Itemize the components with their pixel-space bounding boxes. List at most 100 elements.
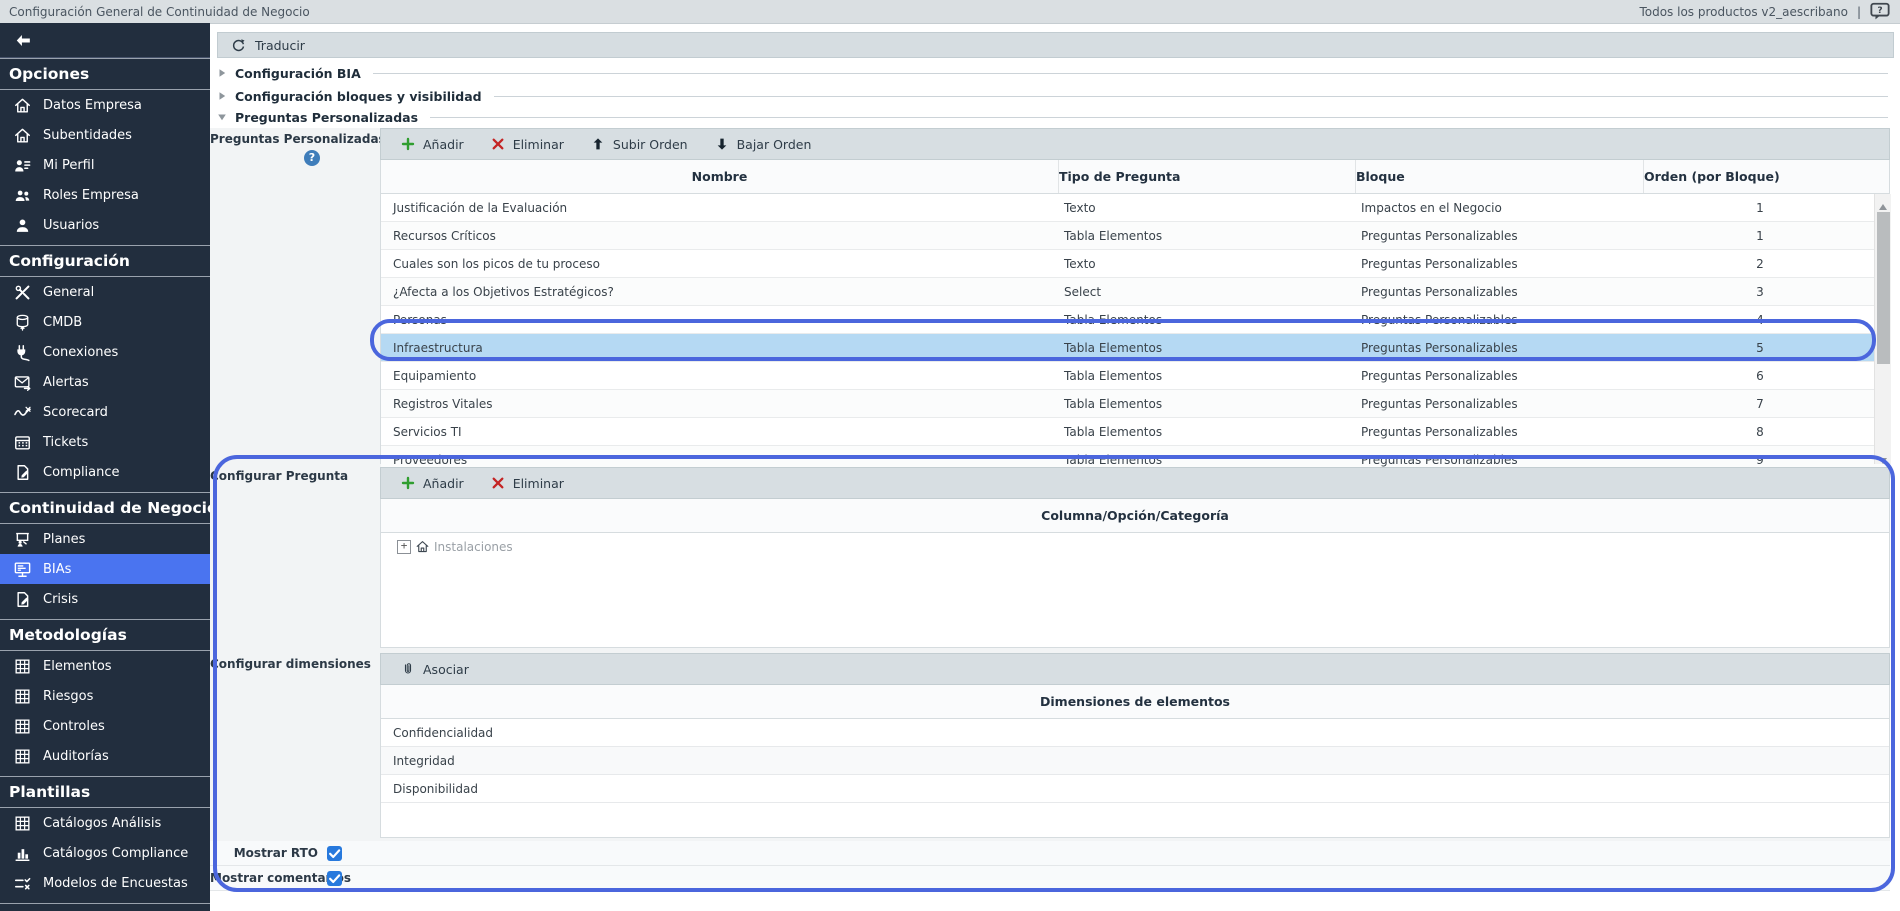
sidebar-item-controles[interactable]: Controles bbox=[0, 711, 210, 741]
sidebar-item-scorecard[interactable]: Scorecard bbox=[0, 397, 210, 427]
column-header-0[interactable]: Nombre bbox=[381, 160, 1058, 193]
mail-icon bbox=[13, 373, 32, 392]
scroll-down-icon[interactable] bbox=[1878, 451, 1888, 461]
sidebar-item-roles-empresa[interactable]: Roles Empresa bbox=[0, 180, 210, 210]
questions-delete-button[interactable]: Eliminar bbox=[479, 129, 575, 159]
sidebar-item-crisis[interactable]: Crisis bbox=[0, 584, 210, 614]
cell-orden: 1 bbox=[1643, 229, 1877, 243]
cell-orden: 2 bbox=[1643, 257, 1877, 271]
vertical-scrollbar[interactable] bbox=[1874, 194, 1891, 464]
home-icon bbox=[13, 96, 32, 115]
grid-icon bbox=[13, 687, 32, 706]
translate-button[interactable]: Traducir bbox=[218, 33, 317, 57]
configure-question-add-button[interactable]: Añadir bbox=[389, 468, 475, 498]
dimension-row[interactable]: Disponibilidad bbox=[381, 775, 1889, 803]
sidebar-item-subentidades[interactable]: Subentidades bbox=[0, 120, 210, 150]
calendar-icon bbox=[13, 433, 32, 452]
question-row[interactable]: InfraestructuraTabla ElementosPreguntas … bbox=[381, 334, 1889, 362]
back-arrow-icon bbox=[14, 31, 33, 50]
sidebar-item-mi-perfil[interactable]: Mi Perfil bbox=[0, 150, 210, 180]
question-row[interactable]: PersonasTabla ElementosPreguntas Persona… bbox=[381, 306, 1889, 334]
cell-nombre: Recursos Críticos bbox=[381, 229, 1058, 243]
grid-icon bbox=[13, 814, 32, 833]
sidebar-item-elementos[interactable]: Elementos bbox=[0, 651, 210, 681]
tools-icon bbox=[13, 283, 32, 302]
cell-nombre: Registros Vitales bbox=[381, 397, 1058, 411]
question-row[interactable]: ¿Afecta a los Objetivos Estratégicos?Sel… bbox=[381, 278, 1889, 306]
question-row[interactable]: Recursos CríticosTabla ElementosPregunta… bbox=[381, 222, 1889, 250]
mostrar-comentarios-checkbox[interactable] bbox=[327, 871, 342, 886]
help-badge-icon[interactable]: ? bbox=[304, 150, 320, 166]
field-label-preguntas-personalizadas: Preguntas Personalizadas bbox=[210, 132, 380, 146]
sidebar-item-cmdb[interactable]: CMDB bbox=[0, 307, 210, 337]
questions-move-down-button[interactable]: Bajar Orden bbox=[703, 129, 823, 159]
cell-nombre: Equipamiento bbox=[381, 369, 1058, 383]
cell-bloque: Preguntas Personalizables bbox=[1355, 425, 1643, 439]
question-row[interactable]: Registros VitalesTabla ElementosPregunta… bbox=[381, 390, 1889, 418]
cell-orden: 9 bbox=[1643, 453, 1877, 467]
sidebar-item-label: Catálogos Compliance bbox=[43, 846, 188, 861]
questions-add-button[interactable]: Añadir bbox=[389, 129, 475, 159]
configure-dimensions-associate-button[interactable]: Asociar bbox=[389, 654, 480, 684]
sidebar-item-conexiones[interactable]: Conexiones bbox=[0, 337, 210, 367]
users-icon bbox=[13, 186, 32, 205]
board-icon bbox=[13, 530, 32, 549]
cell-tipo: Tabla Elementos bbox=[1058, 341, 1355, 355]
sidebar-item-compliance[interactable]: Compliance bbox=[0, 457, 210, 487]
chevron-right-icon bbox=[217, 68, 227, 78]
column-header-3[interactable]: Orden (por Bloque) bbox=[1643, 160, 1877, 193]
mostrar-rto-checkbox[interactable] bbox=[327, 846, 342, 861]
cell-orden: 7 bbox=[1643, 397, 1877, 411]
column-header-2[interactable]: Bloque bbox=[1355, 160, 1643, 193]
sidebar-item-label: Alertas bbox=[43, 375, 89, 390]
sidebar-item-planes[interactable]: Planes bbox=[0, 524, 210, 554]
dimension-row[interactable]: Integridad bbox=[381, 747, 1889, 775]
question-row[interactable]: Justificación de la EvaluaciónTextoImpac… bbox=[381, 194, 1889, 222]
clip-icon bbox=[400, 661, 416, 677]
sidebar-item-riesgos[interactable]: Riesgos bbox=[0, 681, 210, 711]
database-icon bbox=[13, 313, 32, 332]
cell-tipo: Tabla Elementos bbox=[1058, 397, 1355, 411]
sidebar-item-usuarios[interactable]: Usuarios bbox=[0, 210, 210, 240]
sidebar: OpcionesDatos EmpresaSubentidadesMi Perf… bbox=[0, 23, 210, 911]
label-mostrar-rto: Mostrar RTO bbox=[210, 846, 318, 860]
sidebar-item-catalogos-compliance[interactable]: Catálogos Compliance bbox=[0, 838, 210, 868]
help-icon[interactable]: ? bbox=[1870, 2, 1890, 21]
label-mostrar-comentarios: Mostrar comentarios bbox=[210, 871, 318, 885]
sidebar-item-datos-empresa[interactable]: Datos Empresa bbox=[0, 90, 210, 120]
sidebar-item-bias[interactable]: BIAs bbox=[0, 554, 210, 584]
dimension-row[interactable]: Confidencialidad bbox=[381, 719, 1889, 747]
cell-tipo: Tabla Elementos bbox=[1058, 369, 1355, 383]
expand-icon[interactable]: + bbox=[397, 540, 411, 554]
tree-node[interactable]: +Instalaciones bbox=[381, 533, 1889, 560]
field-label-configurar-pregunta: Configurar Pregunta bbox=[210, 469, 380, 483]
configure-question-delete-button[interactable]: Eliminar bbox=[479, 468, 575, 498]
sidebar-item-general[interactable]: General bbox=[0, 277, 210, 307]
question-row[interactable]: Servicios TITabla ElementosPreguntas Per… bbox=[381, 418, 1889, 446]
sidebar-item-label: Conexiones bbox=[43, 345, 118, 360]
sidebar-item-tickets[interactable]: Tickets bbox=[0, 427, 210, 457]
cell-tipo: Tabla Elementos bbox=[1058, 453, 1355, 467]
sidebar-item-catalogos-analisis[interactable]: Catálogos Análisis bbox=[0, 808, 210, 838]
scroll-up-icon[interactable] bbox=[1878, 197, 1888, 207]
grid-icon bbox=[13, 657, 32, 676]
products-switcher[interactable]: Todos los productos v2_aescribano bbox=[1639, 5, 1847, 19]
sidebar-section-header: Proyectos bbox=[0, 903, 210, 911]
configure-question-header: Columna/Opción/Categoría bbox=[380, 499, 1890, 533]
question-row[interactable]: Cuales son los picos de tu procesoTextoP… bbox=[381, 250, 1889, 278]
cell-tipo: Tabla Elementos bbox=[1058, 313, 1355, 327]
sidebar-item-auditorias[interactable]: Auditorías bbox=[0, 741, 210, 771]
section-preguntas-personalizadas[interactable]: Preguntas Personalizadas bbox=[217, 106, 1894, 128]
scrollbar-thumb[interactable] bbox=[1877, 212, 1890, 364]
section-configuracion-bloques[interactable]: Configuración bloques y visibilidad bbox=[217, 85, 1894, 107]
column-header-1[interactable]: Tipo de Pregunta bbox=[1058, 160, 1355, 193]
cross-icon bbox=[490, 475, 506, 491]
cell-bloque: Impactos en el Negocio bbox=[1355, 201, 1643, 215]
button-label: Bajar Orden bbox=[737, 137, 812, 152]
section-configuracion-bia[interactable]: Configuración BIA bbox=[217, 62, 1894, 84]
question-row[interactable]: EquipamientoTabla ElementosPreguntas Per… bbox=[381, 362, 1889, 390]
back-button[interactable] bbox=[0, 23, 210, 58]
questions-move-up-button[interactable]: Subir Orden bbox=[579, 129, 699, 159]
sidebar-item-modelos-encuestas[interactable]: Modelos de Encuestas bbox=[0, 868, 210, 898]
sidebar-item-alertas[interactable]: Alertas bbox=[0, 367, 210, 397]
